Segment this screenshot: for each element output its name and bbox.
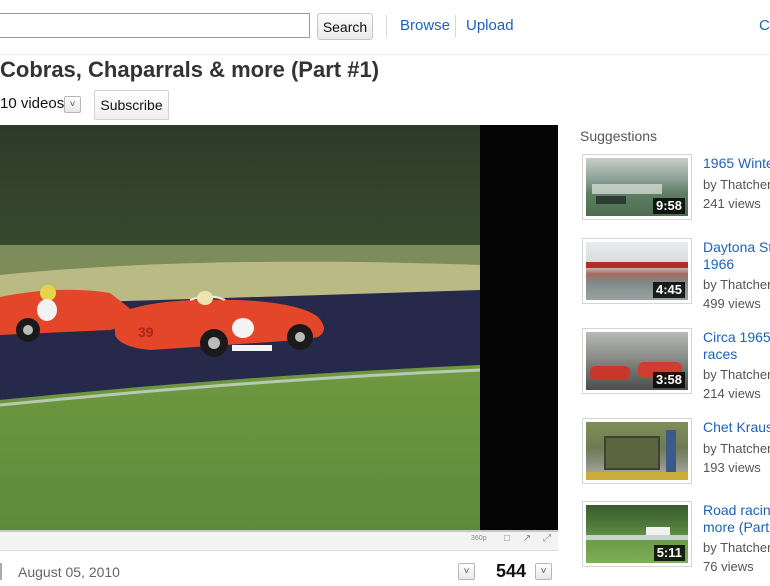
suggestion-title[interactable]: Chet Kraus [703, 419, 770, 436]
duration-badge: 5:11 [653, 545, 685, 561]
suggestion-title[interactable]: 1966 [703, 256, 770, 273]
create-link[interactable]: Cr [759, 17, 770, 34]
search-input[interactable] [0, 13, 310, 38]
thumbnail[interactable]: 3:58 [582, 328, 692, 394]
video-count[interactable]: 10 videos [0, 95, 64, 112]
subscribe-button[interactable]: Subscribe [94, 90, 169, 120]
video-player[interactable]: 39 [0, 125, 558, 530]
progress-bar[interactable] [0, 530, 558, 532]
suggestion-item[interactable]: 4:45 Daytona Sto 1966 by Thatcher 499 vi… [580, 234, 770, 311]
toggle-arrow-icon[interactable]: ˅ [535, 563, 552, 580]
quality-label[interactable]: 360p [471, 535, 487, 542]
suggestion-title[interactable]: Daytona Sto [703, 239, 770, 256]
nav-separator [455, 15, 456, 37]
suggestion-views: 241 views [703, 196, 761, 211]
suggestion-author[interactable]: by Thatcher [703, 277, 770, 292]
suggestion-item[interactable]: 3:58 Circa 1965 races by Thatcher 214 vi… [580, 324, 770, 401]
suggestion-author[interactable]: by Thatcher [703, 540, 770, 555]
thumbnail[interactable]: 5:11 [582, 501, 692, 567]
playlist-title: Cobras, Chaparrals & more (Part #1) [0, 57, 380, 82]
duration-badge: 3:58 [652, 372, 685, 388]
suggestion-views: 193 views [703, 460, 761, 475]
suggestion-author[interactable]: by Thatcher [703, 177, 770, 192]
divider [0, 563, 2, 580]
suggestion-author[interactable]: by Thatcher [703, 367, 770, 382]
expand-icon[interactable]: ↗ [521, 533, 533, 545]
thumbnail[interactable] [582, 418, 692, 484]
svg-text:39: 39 [138, 324, 154, 340]
suggestion-item[interactable]: 9:58 1965 Winte by Thatcher 241 views [580, 150, 770, 220]
toggle-arrow-icon[interactable]: ˅ [64, 96, 81, 113]
toggle-arrow-icon[interactable]: ˅ [458, 563, 475, 580]
view-count: 544 [496, 561, 527, 581]
suggestions-header: Suggestions [580, 128, 658, 144]
player-controls: 360p □ ↗ ⤢ [0, 530, 558, 551]
suggestion-author[interactable]: by Thatcher [703, 441, 770, 456]
thumbnail[interactable]: 9:58 [582, 154, 692, 220]
suggestion-item[interactable]: Chet Kraus by Thatcher 193 views [580, 414, 770, 484]
suggestion-views: 499 views [703, 296, 761, 311]
fullscreen-icon[interactable]: ⤢ [541, 533, 553, 545]
suggestion-title[interactable]: 1965 Winte [703, 155, 770, 172]
upload-link[interactable]: Upload [466, 17, 514, 34]
video-frame: 39 [0, 125, 558, 530]
search-button[interactable]: Search [317, 13, 373, 40]
duration-badge: 4:45 [652, 282, 685, 298]
nav-separator [386, 15, 387, 37]
window-icon[interactable]: □ [501, 533, 513, 545]
suggestion-title[interactable]: Circa 1965 [703, 329, 770, 346]
top-bar: Search Browse Upload Cr [0, 0, 770, 55]
thumbnail[interactable]: 4:45 [582, 238, 692, 304]
suggestion-views: 214 views [703, 386, 761, 401]
suggestion-title[interactable]: races [703, 346, 770, 363]
suggestion-item[interactable]: 5:11 Road racing more (Part by Thatcher … [580, 497, 770, 574]
duration-badge: 9:58 [652, 198, 685, 214]
suggestion-title[interactable]: more (Part [703, 519, 770, 536]
upload-date: August 05, 2010 [18, 564, 120, 580]
suggestion-title[interactable]: Road racing [703, 502, 770, 519]
suggestion-views: 76 views [703, 559, 754, 574]
browse-link[interactable]: Browse [400, 17, 450, 34]
